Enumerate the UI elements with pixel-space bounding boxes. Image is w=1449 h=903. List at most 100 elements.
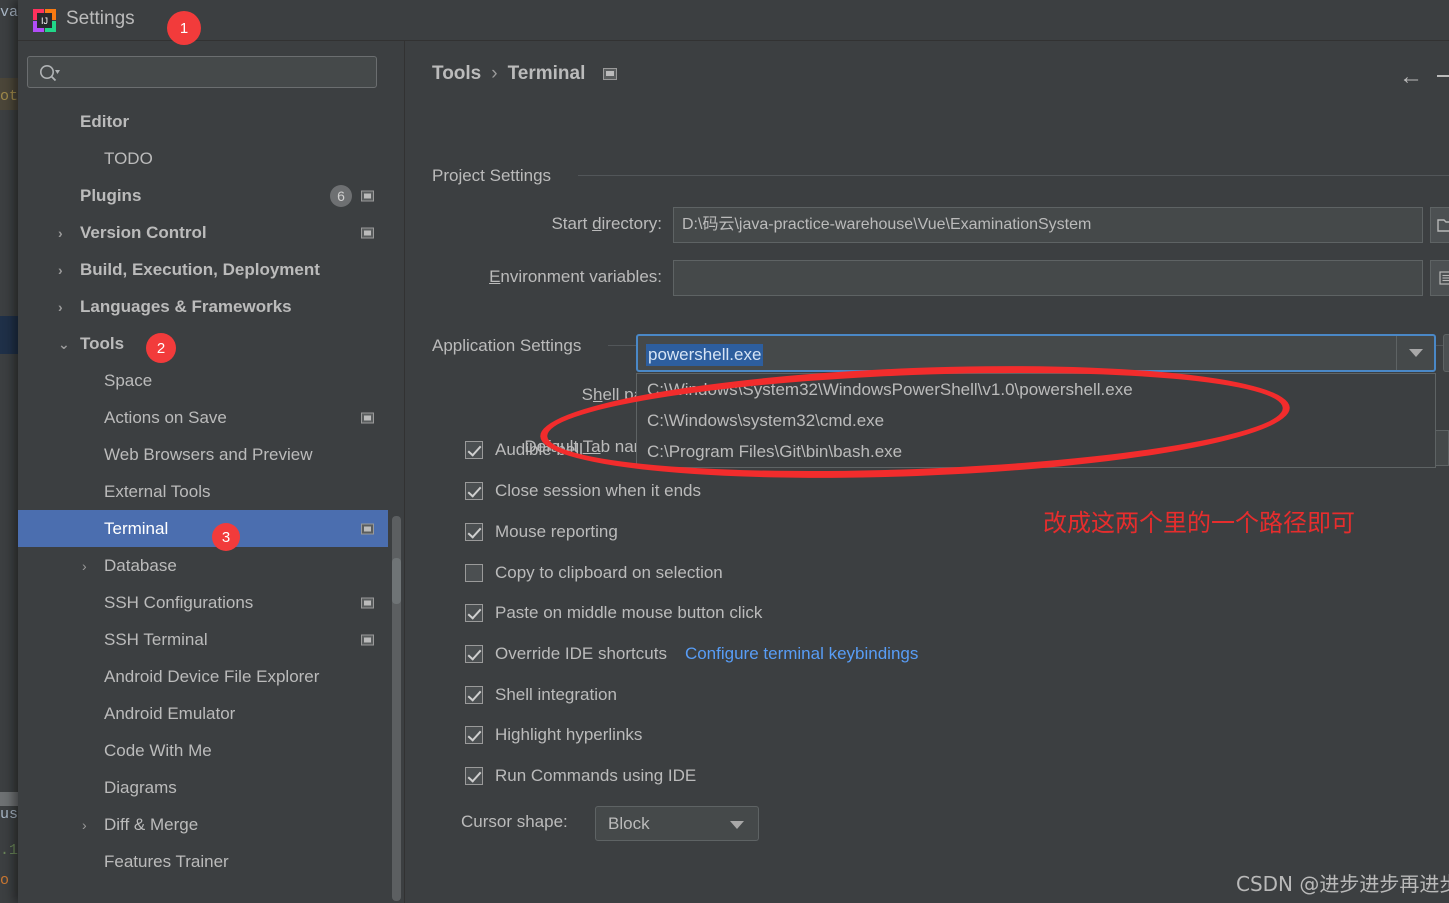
settings-config-icon	[361, 412, 374, 423]
checkbox-row-mouse-reporting[interactable]: Mouse reporting	[465, 522, 618, 542]
checkbox-label: Copy to clipboard on selection	[495, 563, 723, 582]
shell-path-dropdown-list[interactable]: C:\Windows\System32\WindowsPowerShell\v1…	[636, 373, 1436, 468]
checkbox-label: Paste on middle mouse button click	[495, 603, 763, 622]
settings-dialog: IJ Settings Editor TODO Plugins 6 › Version C…	[18, 0, 1449, 903]
shell-path-value[interactable]: powershell.exe	[646, 344, 764, 366]
checkbox-label: Close session when it ends	[495, 481, 702, 500]
sidebar-item-external-tools[interactable]: External Tools	[18, 473, 388, 510]
sidebar-item-label: Android Emulator	[104, 703, 236, 723]
sidebar-item-features-trainer[interactable]: Features Trainer	[18, 843, 388, 880]
shell-path-dropdown-toggle[interactable]	[1396, 336, 1434, 370]
shell-path-option[interactable]: C:\Windows\System32\WindowsPowerShell\v1…	[637, 374, 1435, 405]
sidebar-item-diagrams[interactable]: Diagrams	[18, 769, 388, 806]
chevron-right-icon[interactable]: ›	[58, 263, 72, 277]
shell-path-combo[interactable]: powershell.exe	[636, 334, 1436, 372]
search-box[interactable]	[27, 56, 377, 88]
cursor-shape-combo[interactable]: Block	[595, 806, 759, 841]
sidebar-item-label: Code With Me	[104, 740, 212, 760]
checkbox-checked-icon[interactable]	[465, 726, 483, 744]
sidebar-item-ssh-terminal[interactable]: SSH Terminal	[18, 621, 388, 658]
start-directory-input[interactable]: D:\码云\java-practice-warehouse\Vue\Examin…	[673, 207, 1423, 243]
sidebar-item-ssh-configurations[interactable]: SSH Configurations	[18, 584, 388, 621]
settings-config-icon	[603, 68, 618, 80]
checkbox-row-override-ide-shortcuts[interactable]: Override IDE shortcuts Configure terminal…	[465, 644, 918, 664]
sidebar-item-label: Editor	[80, 111, 130, 131]
sidebar-item-todo[interactable]: TODO	[18, 140, 388, 177]
sidebar-item-version-control[interactable]: › Version Control	[18, 214, 388, 251]
list-icon[interactable]	[1430, 260, 1449, 296]
shell-path-option[interactable]: C:\Windows\system32\cmd.exe	[637, 405, 1435, 436]
sidebar-item-database[interactable]: › Database	[18, 547, 388, 584]
settings-left-pane: Editor TODO Plugins 6 › Version Control › Build…	[18, 41, 401, 903]
breadcrumb-leaf: Terminal	[507, 63, 586, 84]
settings-config-icon	[361, 190, 374, 201]
sidebar-item-label: Plugins	[80, 185, 142, 205]
tree-scrollbar-thumb[interactable]	[392, 558, 401, 604]
checkbox-row-shell-integration[interactable]: Shell integration	[465, 685, 617, 705]
sidebar-item-languages-frameworks[interactable]: › Languages & Frameworks	[18, 288, 388, 325]
section-title-project-settings: Project Settings	[432, 166, 552, 185]
checkbox-row-close-session-when-it-ends[interactable]: Close session when it ends	[465, 481, 701, 501]
checkbox-row-paste-on-middle-mouse-button-click[interactable]: Paste on middle mouse button click	[465, 603, 762, 623]
sidebar-item-terminal[interactable]: Terminal	[18, 510, 388, 547]
settings-config-icon	[361, 597, 374, 608]
chevron-right-icon[interactable]: ›	[82, 818, 96, 832]
settings-tree: Editor TODO Plugins 6 › Version Control › Build…	[18, 103, 388, 903]
checkbox-checked-icon[interactable]	[465, 523, 483, 541]
configure-terminal-keybindings-link[interactable]: Configure terminal keybindings	[685, 644, 918, 664]
checkbox-row-copy-to-clipboard-on-selection[interactable]: Copy to clipboard on selection	[465, 563, 723, 583]
sidebar-item-label: SSH Terminal	[104, 629, 208, 649]
checkbox-row-highlight-hyperlinks[interactable]: Highlight hyperlinks	[465, 725, 642, 745]
start-directory-label: Start directory:	[551, 214, 662, 233]
chevron-right-icon[interactable]: ›	[82, 559, 96, 573]
cursor-shape-label: Cursor shape:	[461, 812, 568, 831]
checkbox-checked-icon[interactable]	[465, 686, 483, 704]
sidebar-item-build-execution-deployment[interactable]: › Build, Execution, Deployment	[18, 251, 388, 288]
search-input[interactable]	[68, 57, 368, 87]
arrow-left-icon[interactable]: ←	[1399, 65, 1423, 89]
chevron-down-icon	[1408, 349, 1423, 357]
sidebar-item-code-with-me[interactable]: Code With Me	[18, 732, 388, 769]
shell-path-browse-button[interactable]: ...	[1443, 334, 1449, 372]
arrow-right-icon[interactable]	[1437, 75, 1449, 77]
sidebar-item-editor[interactable]: Editor	[18, 103, 388, 140]
section-title-application-settings: Application Settings	[432, 336, 582, 355]
chevron-down-icon[interactable]: ⌄	[58, 337, 72, 351]
checkbox-label: Highlight hyperlinks	[495, 725, 643, 744]
checkbox-row-audible-bell[interactable]: Audible bell	[465, 440, 583, 460]
sidebar-item-label: Android Device File Explorer	[104, 666, 320, 686]
environment-variables-input[interactable]	[673, 260, 1423, 296]
sidebar-item-space[interactable]: Space	[18, 362, 388, 399]
dialog-titlebar: IJ Settings	[18, 0, 1449, 41]
shell-path-option[interactable]: C:\Program Files\Git\bin\bash.exe	[637, 436, 1435, 467]
chevron-right-icon[interactable]: ›	[58, 226, 72, 240]
checkbox-checked-icon[interactable]	[465, 482, 483, 500]
sidebar-item-label: Version Control	[80, 222, 207, 242]
checkbox-checked-icon[interactable]	[465, 645, 483, 663]
sidebar-item-actions-on-save[interactable]: Actions on Save	[18, 399, 388, 436]
sidebar-item-diff-merge[interactable]: › Diff & Merge	[18, 806, 388, 843]
sidebar-item-label: Terminal	[104, 518, 169, 538]
checkbox-checked-icon[interactable]	[465, 604, 483, 622]
sidebar-item-web-browsers-and-preview[interactable]: Web Browsers and Preview	[18, 436, 388, 473]
checkbox-checked-icon[interactable]	[465, 767, 483, 785]
settings-config-icon	[361, 523, 374, 534]
sidebar-item-plugins[interactable]: Plugins 6	[18, 177, 388, 214]
checkbox-checked-icon[interactable]	[465, 441, 483, 459]
breadcrumb-root[interactable]: Tools	[432, 63, 481, 85]
sidebar-item-android-device-file-explorer[interactable]: Android Device File Explorer	[18, 658, 388, 695]
folder-icon[interactable]	[1430, 207, 1449, 243]
sidebar-item-label: Database	[104, 555, 177, 575]
sidebar-item-label: Languages & Frameworks	[80, 296, 292, 316]
chevron-right-icon[interactable]: ›	[58, 300, 72, 314]
sidebar-item-tools[interactable]: ⌄ Tools	[18, 325, 388, 362]
checkbox-label: Shell integration	[495, 685, 617, 704]
dialog-title: Settings	[66, 8, 135, 29]
sidebar-item-label: Diagrams	[104, 777, 177, 797]
section-divider-project	[578, 175, 1449, 176]
checkbox-row-run-commands-using-ide[interactable]: Run Commands using IDE	[465, 766, 696, 786]
sidebar-item-label: Web Browsers and Preview	[104, 444, 313, 464]
checkbox-unchecked-icon[interactable]	[465, 564, 483, 582]
sidebar-item-android-emulator[interactable]: Android Emulator	[18, 695, 388, 732]
watermark-text: CSDN @进步进步再进步	[1236, 872, 1449, 896]
